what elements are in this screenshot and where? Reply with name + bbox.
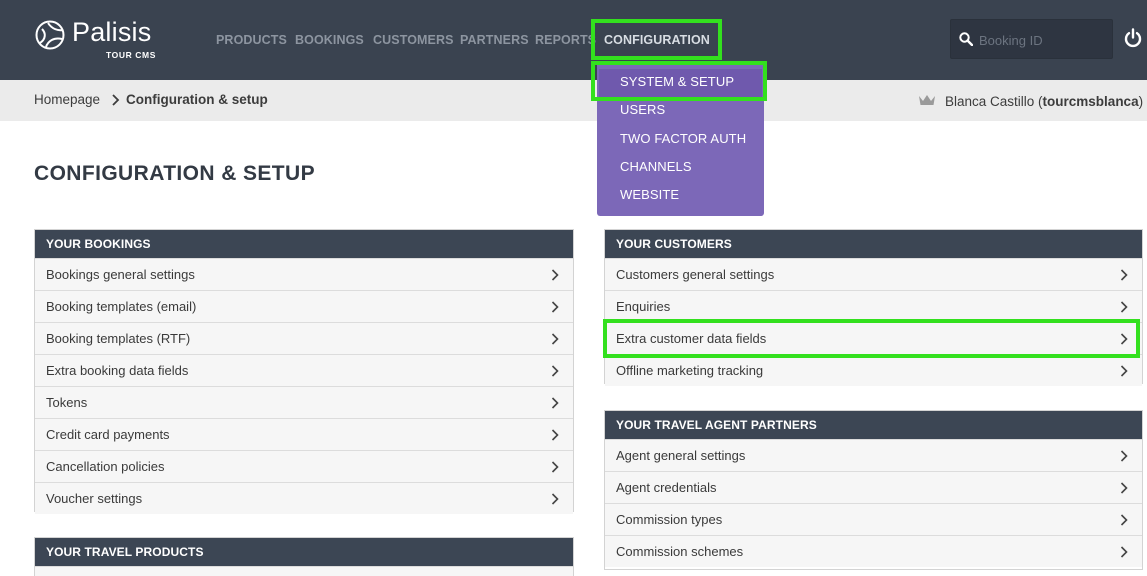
- list-item[interactable]: Offline marketing tracking: [605, 354, 1142, 386]
- list-item[interactable]: Booking templates (email): [35, 290, 573, 322]
- panel-your-travel-products: YOUR TRAVEL PRODUCTS: [34, 537, 574, 576]
- chevron-right-icon: [1120, 333, 1128, 345]
- list-item[interactable]: Tokens: [35, 386, 573, 418]
- nav-bookings[interactable]: BOOKINGS: [295, 33, 364, 47]
- chevron-right-icon: [551, 333, 559, 345]
- chevron-right-icon: [551, 429, 559, 441]
- user-full-name: Blanca Castillo: [945, 94, 1035, 109]
- nav-reports[interactable]: REPORTS: [535, 33, 596, 47]
- nav-customers[interactable]: CUSTOMERS: [373, 33, 454, 47]
- chevron-right-icon: [1120, 546, 1128, 558]
- list-item-label: Commission schemes: [616, 544, 744, 559]
- list-item[interactable]: Agent general settings: [605, 439, 1142, 471]
- panel-your-bookings: YOUR BOOKINGS Bookings general settings …: [34, 229, 574, 514]
- brand-name: Palisis: [72, 17, 152, 47]
- list-item-label: Voucher settings: [46, 491, 143, 506]
- list-item-label: Credit card payments: [46, 427, 170, 442]
- list-item[interactable]: Voucher settings: [35, 482, 573, 514]
- nav-configuration[interactable]: CONFIGURATION: [604, 33, 710, 47]
- search-icon: [959, 32, 973, 46]
- panel-header: YOUR TRAVEL AGENT PARTNERS: [605, 411, 1142, 439]
- chevron-right-icon: [1120, 365, 1128, 377]
- list-item[interactable]: Booking templates (RTF): [35, 322, 573, 354]
- list-item-label: Extra customer data fields: [616, 331, 767, 346]
- chevron-right-icon: [551, 493, 559, 505]
- list-item-extra-customer-data-fields[interactable]: Extra customer data fields: [605, 322, 1142, 354]
- list-item-label: Agent general settings: [616, 448, 746, 463]
- menu-item-users[interactable]: USERS: [620, 102, 665, 117]
- menu-item-website[interactable]: WEBSITE: [620, 187, 679, 202]
- chevron-right-icon: [1120, 514, 1128, 526]
- list-item[interactable]: Cancellation policies: [35, 450, 573, 482]
- panel-your-customers: YOUR CUSTOMERS Customers general setting…: [604, 229, 1143, 386]
- chevron-right-icon: [1120, 269, 1128, 281]
- list-item[interactable]: Bookings general settings: [35, 258, 573, 290]
- list-item-label: Tokens: [46, 395, 88, 410]
- list-item-label: Customers general settings: [616, 267, 775, 282]
- configuration-dropdown-menu: SYSTEM & SETUP USERS TWO FACTOR AUTH CHA…: [597, 61, 764, 216]
- panel-your-travel-agent-partners: YOUR TRAVEL AGENT PARTNERS Agent general…: [604, 410, 1143, 570]
- logout-power-icon[interactable]: [1124, 28, 1142, 48]
- current-user[interactable]: Blanca Castillo (tourcmsblanca): [945, 94, 1143, 109]
- breadcrumb-home-link[interactable]: Homepage: [34, 92, 100, 107]
- panel-header: YOUR CUSTOMERS: [605, 230, 1142, 258]
- list-item-label: Bookings general settings: [46, 267, 195, 282]
- list-item-label: Agent credentials: [616, 480, 717, 495]
- menu-item-channels[interactable]: CHANNELS: [620, 159, 692, 174]
- list-item[interactable]: Commission schemes: [605, 535, 1142, 567]
- nav-partners[interactable]: PARTNERS: [460, 33, 529, 47]
- list-item-label: Commission types: [616, 512, 723, 527]
- chevron-right-icon: [551, 461, 559, 473]
- menu-item-two-factor-auth[interactable]: TWO FACTOR AUTH: [620, 131, 746, 146]
- booking-search: [950, 19, 1113, 59]
- chevron-right-icon: [551, 301, 559, 313]
- globe-logo-icon: [35, 20, 65, 50]
- panel-header: YOUR TRAVEL PRODUCTS: [35, 538, 573, 566]
- list-item[interactable]: [35, 566, 573, 576]
- page-title: CONFIGURATION & SETUP: [34, 162, 316, 185]
- list-item-label: Booking templates (email): [46, 299, 197, 314]
- list-item[interactable]: Credit card payments: [35, 418, 573, 450]
- crown-icon: [919, 95, 935, 105]
- chevron-right-icon: [551, 365, 559, 377]
- list-item[interactable]: Enquiries: [605, 290, 1142, 322]
- chevron-right-icon: [112, 94, 120, 106]
- breadcrumb-current: Configuration & setup: [126, 92, 268, 107]
- list-item-label: Cancellation policies: [46, 459, 165, 474]
- list-item-label: Offline marketing tracking: [616, 363, 764, 378]
- list-item[interactable]: Agent credentials: [605, 471, 1142, 503]
- chevron-right-icon: [1120, 482, 1128, 494]
- breadcrumb: Homepage Configuration & setup Blanca Ca…: [0, 80, 1147, 121]
- menu-item-system-setup[interactable]: SYSTEM & SETUP: [620, 74, 734, 89]
- booking-id-input[interactable]: [979, 28, 1107, 52]
- top-navigation-bar: Palisis TOUR CMS PRODUCTS BOOKINGS CUSTO…: [0, 0, 1147, 80]
- chevron-right-icon: [551, 397, 559, 409]
- chevron-right-icon: [1120, 301, 1128, 313]
- brand-subtitle: TOUR CMS: [106, 50, 156, 60]
- list-item-label: Extra booking data fields: [46, 363, 189, 378]
- nav-products[interactable]: PRODUCTS: [216, 33, 287, 47]
- list-item-label: Booking templates (RTF): [46, 331, 191, 346]
- user-username: tourcmsblanca: [1042, 94, 1139, 109]
- list-item[interactable]: Customers general settings: [605, 258, 1142, 290]
- list-item[interactable]: Commission types: [605, 503, 1142, 535]
- palisis-logo[interactable]: Palisis TOUR CMS: [34, 17, 164, 63]
- list-item-label: Enquiries: [616, 299, 671, 314]
- panel-header: YOUR BOOKINGS: [35, 230, 573, 258]
- chevron-right-icon: [551, 269, 559, 281]
- list-item[interactable]: Extra booking data fields: [35, 354, 573, 386]
- chevron-right-icon: [1120, 450, 1128, 462]
